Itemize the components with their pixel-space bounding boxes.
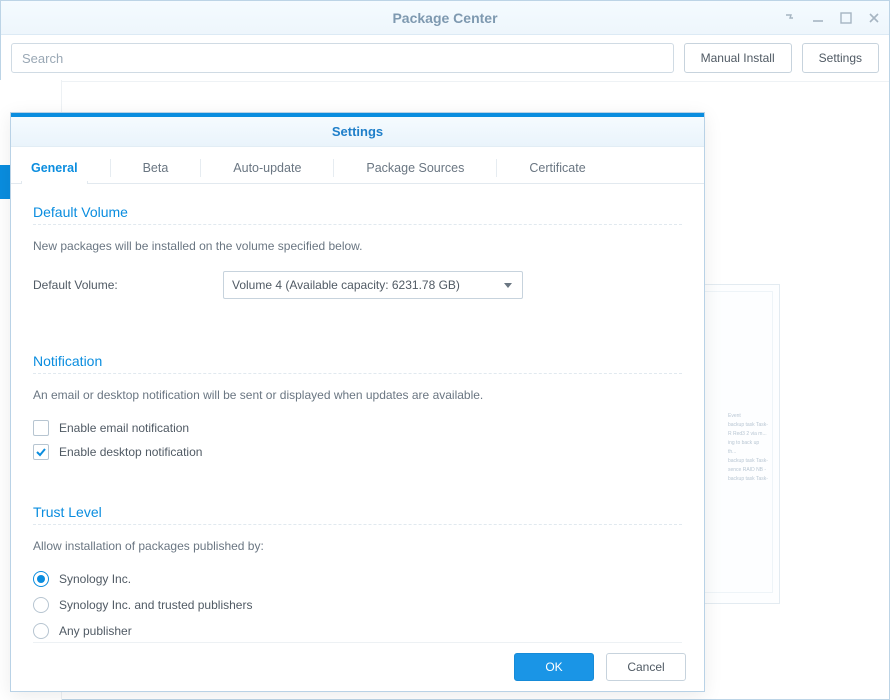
default-volume-value: Volume 4 (Available capacity: 6231.78 GB…: [232, 278, 460, 292]
checkbox-icon: [33, 420, 49, 436]
settings-button[interactable]: Settings: [802, 43, 879, 73]
radio-icon: [33, 623, 49, 639]
radio-icon: [33, 597, 49, 613]
section-notification-heading: Notification: [33, 347, 682, 374]
section-trust-desc: Allow installation of packages published…: [33, 539, 682, 553]
radio-icon: [33, 571, 49, 587]
tab-certificate[interactable]: Certificate: [525, 153, 589, 183]
window-titlebar: Package Center: [1, 1, 889, 35]
checkbox-desktop-label: Enable desktop notification: [59, 445, 202, 459]
radio-synology-only[interactable]: Synology Inc.: [33, 571, 682, 587]
close-icon[interactable]: [865, 9, 883, 27]
package-center-window: Package Center Manual Install Settings: [0, 0, 890, 700]
tab-auto-update[interactable]: Auto-update: [229, 153, 305, 183]
minimize-icon[interactable]: [809, 9, 827, 27]
dialog-body: Default Volume New packages will be inst…: [11, 184, 704, 664]
radio-any-publisher-label: Any publisher: [59, 624, 132, 638]
radio-synology-trusted[interactable]: Synology Inc. and trusted publishers: [33, 597, 682, 613]
ok-button[interactable]: OK: [514, 653, 594, 681]
section-default-volume-heading: Default Volume: [33, 198, 682, 225]
search-input[interactable]: [11, 43, 674, 73]
dialog-title: Settings: [11, 117, 704, 147]
checkbox-email-label: Enable email notification: [59, 421, 189, 435]
dialog-tabs: General Beta Auto-update Package Sources…: [11, 147, 704, 184]
pin-icon[interactable]: [781, 9, 799, 27]
radio-synology-trusted-label: Synology Inc. and trusted publishers: [59, 598, 252, 612]
radio-any-publisher[interactable]: Any publisher: [33, 623, 682, 639]
checkbox-desktop-notification[interactable]: Enable desktop notification: [33, 444, 682, 460]
dialog-footer: OK Cancel: [514, 653, 686, 681]
tab-general[interactable]: General: [27, 153, 82, 183]
radio-synology-only-label: Synology Inc.: [59, 572, 131, 586]
tab-package-sources[interactable]: Package Sources: [362, 153, 468, 183]
section-trust-heading: Trust Level: [33, 498, 682, 525]
checkbox-icon: [33, 444, 49, 460]
dialog-footer-separator: [33, 642, 682, 643]
default-volume-select[interactable]: Volume 4 (Available capacity: 6231.78 GB…: [223, 271, 523, 299]
default-volume-row: Default Volume: Volume 4 (Available capa…: [33, 271, 682, 299]
section-notification-desc: An email or desktop notification will be…: [33, 388, 682, 402]
settings-dialog: Settings General Beta Auto-update Packag…: [10, 112, 705, 692]
cancel-button[interactable]: Cancel: [606, 653, 686, 681]
maximize-icon[interactable]: [837, 9, 855, 27]
checkbox-email-notification[interactable]: Enable email notification: [33, 420, 682, 436]
manual-install-button[interactable]: Manual Install: [684, 43, 792, 73]
default-volume-label: Default Volume:: [33, 278, 223, 292]
section-default-volume-desc: New packages will be installed on the vo…: [33, 239, 682, 253]
toolbar: Manual Install Settings: [1, 35, 889, 82]
window-title: Package Center: [392, 10, 497, 26]
tab-beta[interactable]: Beta: [139, 153, 173, 183]
window-controls: [781, 1, 883, 35]
